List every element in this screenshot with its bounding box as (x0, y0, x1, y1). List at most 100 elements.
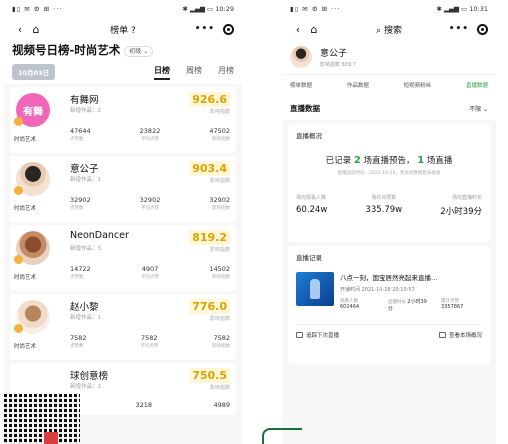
stat-label: 影响指数 (212, 206, 230, 211)
stat-label: 影响指数 (212, 137, 230, 142)
signal-icons: ✱ ▂▄▆ ▭ (182, 5, 214, 13)
rank-card[interactable]: 时尚艺术 赵小黎 新增作品：1 776.0 影响指数 7582 点赞数 7582 平… (10, 294, 236, 360)
stat-label: 点赞数 (70, 344, 84, 349)
stat-value: 32902 (209, 196, 230, 204)
ranking-screen: ▮▯ ✉ ⚙ ⊞ ··· ✱ ▂▄▆ ▭ 10:29 ‹ ⌂ 榜单 ? ••• … (4, 0, 242, 444)
signal-icons: ✱ ▂▄▆ ▭ (436, 5, 468, 13)
score: 750.5 (189, 368, 230, 383)
track-next-live-button[interactable]: 追踪下次直播 (296, 331, 339, 339)
live-stats-row: 场均观看人数 60.24w 场均点赞数 335.79w 场均直播时长 2小时39分 (296, 194, 482, 217)
stats-row: 7582 点赞数 7582 平均点赞 7582 影响指数 (70, 334, 230, 349)
more-menu-icon[interactable]: ••• (449, 24, 469, 34)
rank-card[interactable]: 有舞 时尚艺术 有舞网 新增作品：2 926.6 影响指数 47644 点赞数 2… (10, 87, 236, 153)
stat-value: 14722 (70, 265, 91, 273)
stat-value: 7582 (213, 334, 230, 342)
nav-bar: ‹ ⌂ ⌕ 搜索 ••• (282, 18, 496, 40)
rank-card[interactable]: 时尚艺术 NeonDancer 新增作品：3 819.2 影响指数 14722 点… (10, 225, 236, 291)
tab-ranking-data[interactable]: 榜单数据 (290, 81, 312, 89)
rank-medal-icon (14, 255, 23, 264)
stat-value: 60.24w (296, 205, 328, 215)
filter-select[interactable]: 不限 ⌄ (469, 104, 488, 113)
tab-daily[interactable]: 日榜 (154, 65, 170, 80)
date-picker[interactable]: 10月03日 (12, 64, 56, 80)
category-select[interactable]: 初级 ⌄ (124, 46, 154, 57)
rank-card[interactable]: 时尚艺术 意公子 新增作品：1 903.4 影响指数 32902 点赞数 3290… (10, 156, 236, 222)
rank-medal-icon (14, 324, 23, 333)
stat-value: 3218 (135, 401, 153, 409)
tab-short-video-fans[interactable]: 短视频粉丝 (404, 81, 432, 89)
stat-label: 平均点赞 (141, 137, 159, 142)
stat-value: 32902 (70, 196, 91, 204)
account-name: 有舞网 (70, 95, 99, 106)
live-thumbnail (296, 272, 334, 306)
card-category: 时尚艺术 (14, 344, 37, 350)
stat-label: 平均点赞 (141, 275, 159, 280)
stat-label: 影响指数 (211, 344, 230, 349)
back-icon[interactable]: ‹ (290, 23, 306, 36)
home-icon[interactable]: ⌂ (28, 23, 44, 36)
profile-name: 意公子 (320, 49, 348, 59)
stat-label: 平均点赞 (140, 344, 159, 349)
new-works: 新增作品：1 (70, 315, 101, 321)
stat-label: 场均点赞数 (371, 195, 397, 201)
stat-value: 7582 (140, 334, 158, 342)
status-time: 10:29 (215, 5, 234, 13)
close-miniapp-icon[interactable] (477, 23, 488, 35)
stat-value: 23822 (139, 127, 161, 135)
score-label: 影响指数 (209, 316, 230, 322)
stat-label: 场均直播时长 (451, 195, 482, 201)
stat-value: 47502 (209, 127, 230, 135)
decorative-stroke (262, 428, 302, 444)
back-icon[interactable]: ‹ (12, 23, 28, 36)
status-bar: ▮▯ ✉ ⚙ ⊞ ··· ✱ ▂▄▆ ▭ 10:29 (4, 0, 242, 18)
search-icon: ⌕ (376, 25, 382, 36)
stat-label: 影响指数 (212, 275, 230, 280)
eye-icon (438, 332, 446, 338)
profile-tabs: 榜单数据 作品数据 短视频粉丝 直播数据 (282, 74, 496, 95)
tab-monthly[interactable]: 月榜 (218, 65, 234, 80)
live-overview-panel: 直播概况 已记录 2 场直播预告， 1 场直播 直播追踪时段：2021-10-2… (288, 124, 490, 242)
tab-live-data[interactable]: 直播数据 (466, 81, 488, 89)
status-time: 10:31 (469, 5, 488, 13)
tab-works-data[interactable]: 作品数据 (347, 81, 369, 89)
profile-meta: 影响指数 839.7 (320, 62, 356, 68)
summary-note: 直播追踪时段：2021-10-28，更早的数据暂未收录 (337, 171, 441, 176)
score-label: 影响指数 (209, 109, 230, 115)
live-records-panel: 直播记录 八点一刻，国宝居然亮起来直播… 开播时间 2021-10-28 20:… (288, 246, 490, 364)
stat-value: 32902 (139, 196, 161, 204)
card-category: 时尚艺术 (14, 137, 37, 143)
board-title: 视频号日榜-时尚艺术 初级 ⌄ (12, 42, 234, 58)
rank-medal-icon (14, 117, 23, 126)
record-actions: 追踪下次直播 查看本场概况 (296, 324, 482, 339)
stat-value: 14502 (209, 265, 230, 273)
stats-row: 47644 点赞数 23822 平均点赞 47502 影响指数 (70, 127, 230, 142)
help-icon: ? (131, 25, 136, 36)
status-icons: ▮▯ ✉ ⚙ ⊞ ··· (290, 5, 341, 13)
stat-label: 点赞数 (70, 206, 84, 211)
panel-title: 直播概况 (296, 132, 322, 140)
stats-row: 32902 点赞数 32902 平均点赞 32902 影响指数 (70, 196, 230, 211)
stat-value: 7582 (70, 334, 87, 342)
close-miniapp-icon[interactable] (223, 23, 234, 35)
period-tabs: 日榜 周榜 月榜 (154, 65, 234, 80)
new-works: 新增作品：2 (70, 108, 101, 114)
stat-label: 场均观看人数 (296, 195, 327, 201)
account-name: 球创意榜 (70, 371, 109, 382)
calendar-icon (296, 332, 303, 338)
tab-weekly[interactable]: 周榜 (186, 65, 202, 80)
card-category: 时尚艺术 (14, 206, 37, 212)
home-icon[interactable]: ⌂ (306, 23, 322, 36)
score-label: 影响指数 (209, 385, 230, 391)
live-record-item[interactable]: 八点一刻，国宝居然亮起来直播… 开播时间 2021-10-28 20:10:57… (296, 272, 482, 312)
stat-value: 4907 (141, 265, 159, 273)
nav-bar: ‹ ⌂ 榜单 ? ••• (4, 18, 242, 40)
more-menu-icon[interactable]: ••• (195, 24, 215, 34)
score-label: 影响指数 (209, 178, 230, 184)
live-metrics: 观看人数 602464 直播时长 2小时39分 累计点赞 3357867 (340, 299, 464, 312)
status-icons: ▮▯ ✉ ⚙ ⊞ ··· (12, 5, 63, 13)
stat-label: 点赞数 (70, 137, 84, 142)
view-overview-button[interactable]: 查看本场概况 (438, 331, 482, 339)
stat-label: 点赞数 (70, 275, 84, 280)
score: 776.0 (189, 299, 230, 314)
stats-row: 6 3218 4989 (70, 401, 230, 409)
